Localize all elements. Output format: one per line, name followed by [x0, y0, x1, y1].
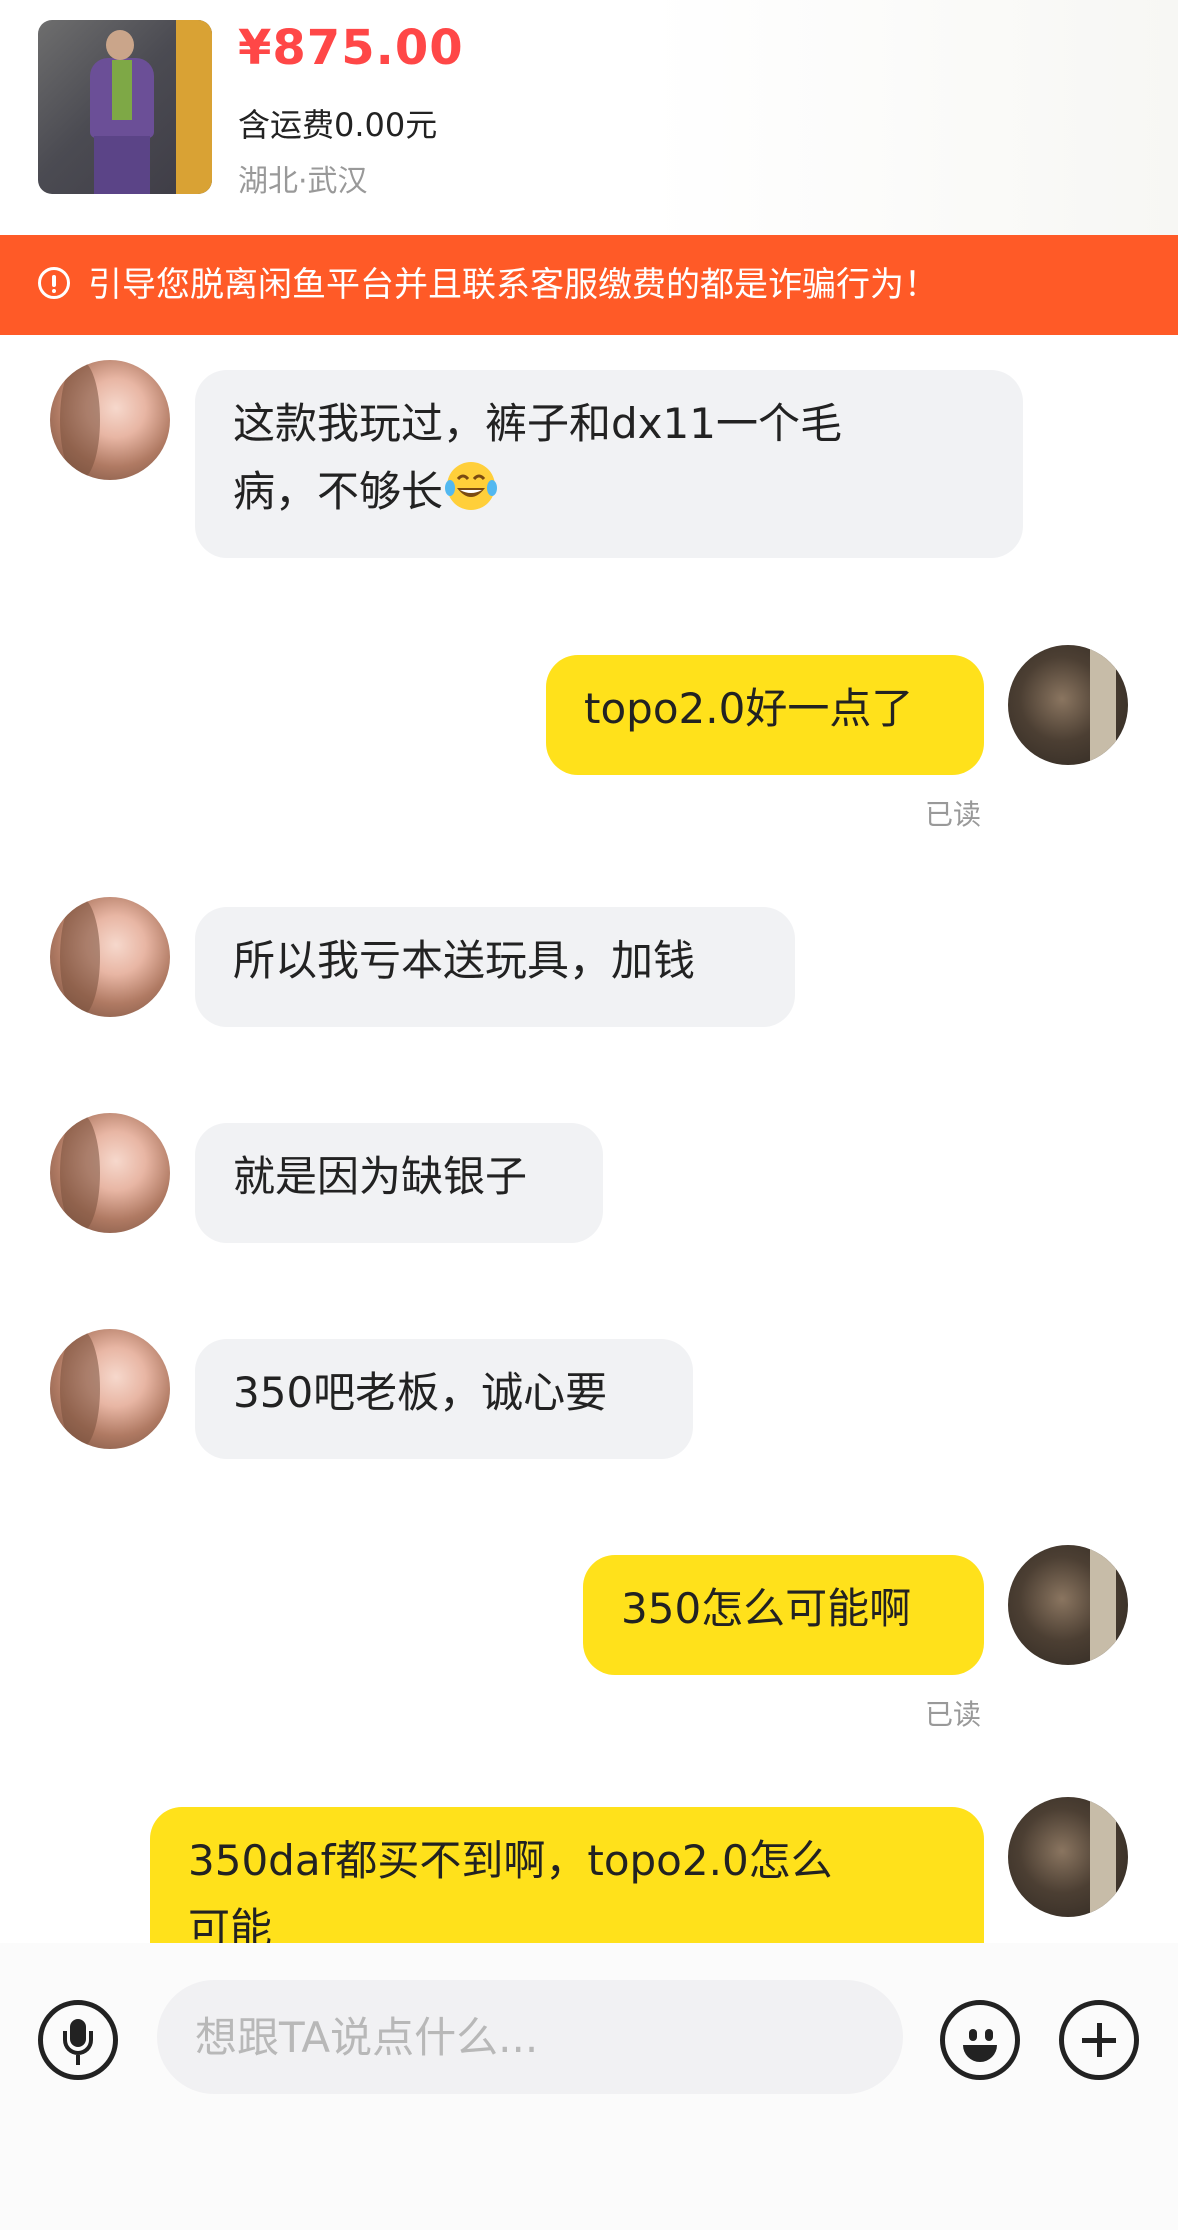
seller-avatar[interactable] — [50, 360, 170, 480]
message-text-line: 这款我玩过，裤子和dx11一个毛 — [233, 399, 842, 448]
message-text: 就是因为缺银子 — [233, 1152, 528, 1201]
laughing-tears-emoji-icon — [445, 462, 498, 510]
fraud-warning-text: 引导您脱离闲鱼平台并且联系客服缴费的都是诈骗行为！ — [88, 265, 938, 305]
shipping-fee: 含运费0.00元 — [238, 106, 438, 144]
emoji-button[interactable] — [940, 2000, 1020, 2080]
read-status: 已读 — [925, 1698, 982, 1731]
product-thumbnail[interactable] — [38, 20, 212, 194]
incoming-message-bubble[interactable]: 350吧老板，诚心要 — [195, 1339, 693, 1459]
seller-location: 湖北·武汉 — [238, 164, 368, 199]
product-price: ¥875.00 — [238, 20, 464, 76]
voice-input-button[interactable] — [38, 2000, 118, 2080]
outgoing-message-bubble[interactable]: 350daf都买不到啊，topo2.0怎么 可能 — [150, 1807, 984, 1943]
message-text-line: 可能 — [188, 1904, 273, 1943]
read-status: 已读 — [925, 798, 982, 831]
incoming-message-bubble[interactable]: 所以我亏本送玩具，加钱 — [195, 907, 795, 1027]
product-header[interactable]: ¥875.00 含运费0.00元 湖北·武汉 — [0, 0, 1178, 235]
more-options-button[interactable] — [1059, 2000, 1139, 2080]
incoming-message-bubble[interactable]: 就是因为缺银子 — [195, 1123, 603, 1243]
outgoing-message-bubble[interactable]: topo2.0好一点了 — [546, 655, 984, 775]
message-text: topo2.0好一点了 — [584, 684, 914, 733]
outgoing-message-bubble[interactable]: 350怎么可能啊 — [583, 1555, 984, 1675]
seller-avatar[interactable] — [50, 1113, 170, 1233]
message-text-line: 病，不够长 — [233, 467, 444, 516]
smiley-face-icon — [969, 2029, 977, 2041]
message-input[interactable] — [157, 1980, 903, 2094]
my-avatar[interactable] — [1008, 645, 1128, 765]
my-avatar[interactable] — [1008, 1545, 1128, 1665]
incoming-message-bubble[interactable]: 这款我玩过，裤子和dx11一个毛 病，不够长 — [195, 370, 1023, 558]
seller-avatar[interactable] — [50, 1329, 170, 1449]
message-text: 所以我亏本送玩具，加钱 — [233, 936, 696, 985]
seller-avatar[interactable] — [50, 897, 170, 1017]
chat-message-list[interactable]: 这款我玩过，裤子和dx11一个毛 病，不够长 topo2.0好一点了 已读 所以… — [0, 335, 1178, 1943]
exclamation-circle-icon — [38, 267, 70, 299]
message-text-line: 350daf都买不到啊，topo2.0怎么 — [188, 1836, 833, 1885]
fraud-warning-banner: 引导您脱离闲鱼平台并且联系客服缴费的都是诈骗行为！ — [0, 235, 1178, 335]
message-text: 350吧老板，诚心要 — [233, 1368, 608, 1417]
my-avatar[interactable] — [1008, 1797, 1128, 1917]
message-text: 350怎么可能啊 — [621, 1584, 912, 1633]
